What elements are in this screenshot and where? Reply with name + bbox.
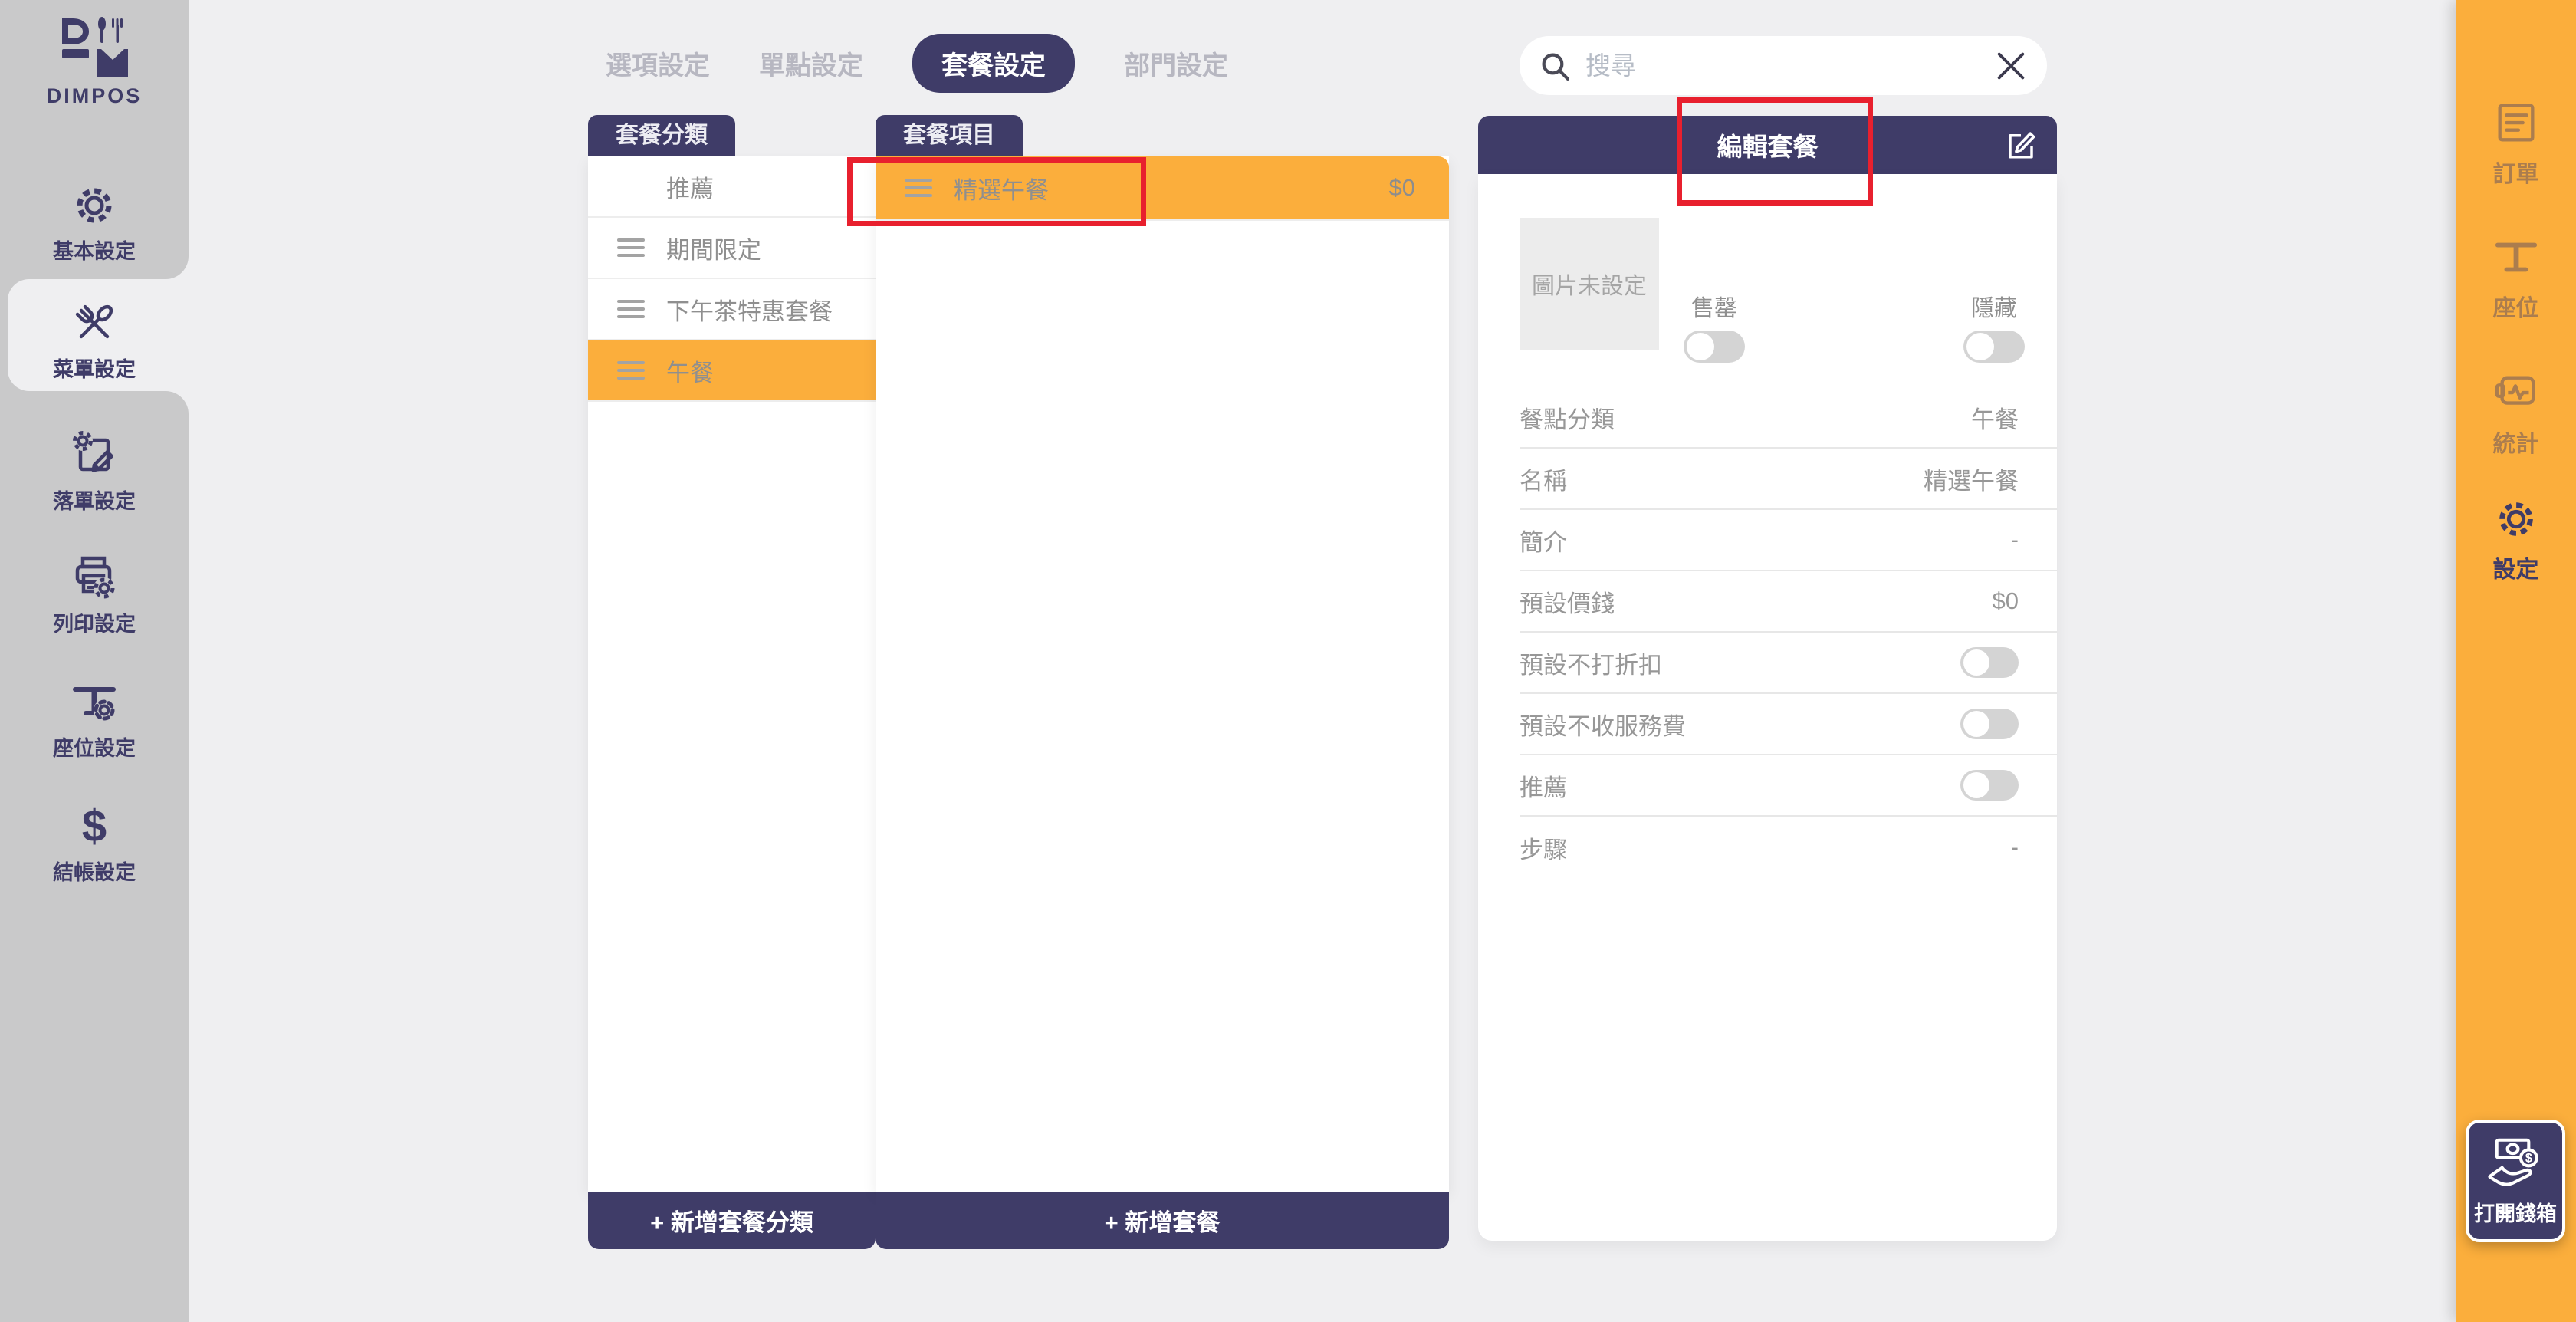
edit-panel-header: 編輯套餐 bbox=[1478, 116, 2057, 174]
items-list: 精選午餐 $0 bbox=[876, 156, 1449, 1192]
sidebar-item-basic-settings[interactable]: 基本設定 bbox=[0, 181, 189, 265]
sidebar-item-order-settings[interactable]: 落單設定 bbox=[0, 431, 189, 515]
no-discount-toggle[interactable] bbox=[1960, 647, 2019, 678]
add-item-button[interactable]: + 新增套餐 bbox=[876, 1192, 1449, 1249]
no-service-charge-toggle[interactable] bbox=[1960, 709, 2019, 739]
field-row-description[interactable]: 簡介 - bbox=[1520, 510, 2057, 571]
item-row-featured-lunch[interactable]: 精選午餐 $0 bbox=[876, 156, 1449, 221]
drag-handle-icon[interactable] bbox=[617, 361, 645, 380]
drag-handle-icon[interactable] bbox=[905, 179, 932, 197]
screen: DIMPOS 基本設定 bbox=[0, 0, 2576, 1322]
field-row-no-discount: 預設不打折扣 bbox=[1520, 633, 2057, 694]
tab-single-item-settings[interactable]: 單點設定 bbox=[759, 44, 863, 82]
drag-handle-icon[interactable] bbox=[617, 238, 645, 257]
tab-department-settings[interactable]: 部門設定 bbox=[1124, 44, 1228, 82]
hidden-toggle-group: 隱藏 bbox=[1944, 289, 2044, 363]
drag-handle-icon[interactable] bbox=[617, 300, 645, 318]
field-row-recommended: 推薦 bbox=[1520, 755, 2057, 817]
category-list: 推薦 期間限定 下午茶特惠套餐 午餐 bbox=[588, 156, 876, 1192]
add-category-button[interactable]: + 新增套餐分類 bbox=[588, 1192, 876, 1249]
recommended-toggle[interactable] bbox=[1960, 770, 2019, 801]
hidden-toggle[interactable] bbox=[1963, 330, 2025, 363]
search-icon bbox=[1538, 49, 1572, 83]
printer-icon bbox=[0, 554, 189, 603]
rightbar-item-stats[interactable]: 統計 bbox=[2456, 370, 2576, 459]
svg-text:$: $ bbox=[2525, 1151, 2532, 1165]
field-row-name[interactable]: 名稱 精選午餐 bbox=[1520, 449, 2057, 510]
image-placeholder[interactable]: 圖片未設定 bbox=[1520, 218, 1659, 350]
app-logo: DIMPOS bbox=[0, 17, 189, 108]
gear-icon bbox=[2456, 495, 2576, 543]
table-icon bbox=[2456, 234, 2576, 281]
sidebar-item-seat-settings[interactable]: 座位設定 bbox=[0, 678, 189, 761]
edit-panel-body: 圖片未設定 售罄 隱藏 餐點分類 午餐 名稱 精選午餐 簡介 bbox=[1478, 174, 2057, 1241]
sidebar-item-menu-settings[interactable]: 菜單設定 bbox=[0, 299, 189, 383]
category-row-limited-time[interactable]: 期間限定 bbox=[588, 218, 876, 279]
field-list: 餐點分類 午餐 名稱 精選午餐 簡介 - 預設價錢 $0 預設不打折扣 bbox=[1478, 387, 2057, 878]
sold-out-toggle-group: 售罄 bbox=[1664, 289, 1764, 363]
item-price: $0 bbox=[1389, 174, 1415, 202]
app-name: DIMPOS bbox=[0, 84, 189, 108]
edit-panel-title: 編輯套餐 bbox=[1717, 127, 1819, 163]
sold-out-toggle[interactable] bbox=[1684, 330, 1745, 363]
field-row-no-service-charge: 預設不收服務費 bbox=[1520, 694, 2057, 755]
edit-icon[interactable] bbox=[2005, 129, 2037, 161]
stats-icon bbox=[2456, 370, 2576, 417]
rightbar-item-orders[interactable]: 訂單 bbox=[2456, 100, 2576, 189]
tab-option-settings[interactable]: 選項設定 bbox=[606, 44, 710, 82]
gear-icon bbox=[0, 181, 189, 230]
dollar-icon: $ bbox=[0, 802, 189, 851]
rightbar-item-settings[interactable]: 設定 bbox=[2456, 495, 2576, 584]
field-row-steps[interactable]: 步驟 - bbox=[1520, 817, 2057, 878]
cash-hand-icon: $ bbox=[2483, 1136, 2548, 1192]
search-input[interactable] bbox=[1585, 51, 1993, 81]
right-sidebar: 訂單 座位 統計 bbox=[2456, 0, 2576, 1322]
close-icon[interactable] bbox=[1993, 48, 2029, 84]
items-column-header: 套餐項目 bbox=[876, 115, 1023, 156]
category-column-header: 套餐分類 bbox=[588, 115, 735, 156]
search-bar bbox=[1520, 36, 2047, 95]
dimpos-logo-icon bbox=[56, 17, 133, 30]
field-row-category[interactable]: 餐點分類 午餐 bbox=[1520, 387, 2057, 449]
left-sidebar: DIMPOS 基本設定 bbox=[0, 0, 189, 1322]
order-icon bbox=[2456, 100, 2576, 147]
category-row-afternoon-tea[interactable]: 下午茶特惠套餐 bbox=[588, 279, 876, 340]
order-edit-icon bbox=[0, 431, 189, 480]
table-gear-icon bbox=[0, 678, 189, 727]
utensils-icon bbox=[0, 299, 189, 348]
rightbar-item-seats[interactable]: 座位 bbox=[2456, 234, 2576, 323]
sidebar-item-print-settings[interactable]: 列印設定 bbox=[0, 554, 189, 637]
category-row-lunch[interactable]: 午餐 bbox=[588, 340, 876, 402]
open-cash-drawer-button[interactable]: $ 打開錢箱 bbox=[2466, 1120, 2565, 1242]
field-row-default-price[interactable]: 預設價錢 $0 bbox=[1520, 571, 2057, 633]
tab-combo-settings[interactable]: 套餐設定 bbox=[912, 34, 1075, 93]
top-tabs: 選項設定 單點設定 套餐設定 部門設定 bbox=[606, 35, 1228, 90]
sidebar-item-checkout-settings[interactable]: $ 結帳設定 bbox=[0, 802, 189, 886]
category-row-recommended[interactable]: 推薦 bbox=[588, 156, 876, 218]
